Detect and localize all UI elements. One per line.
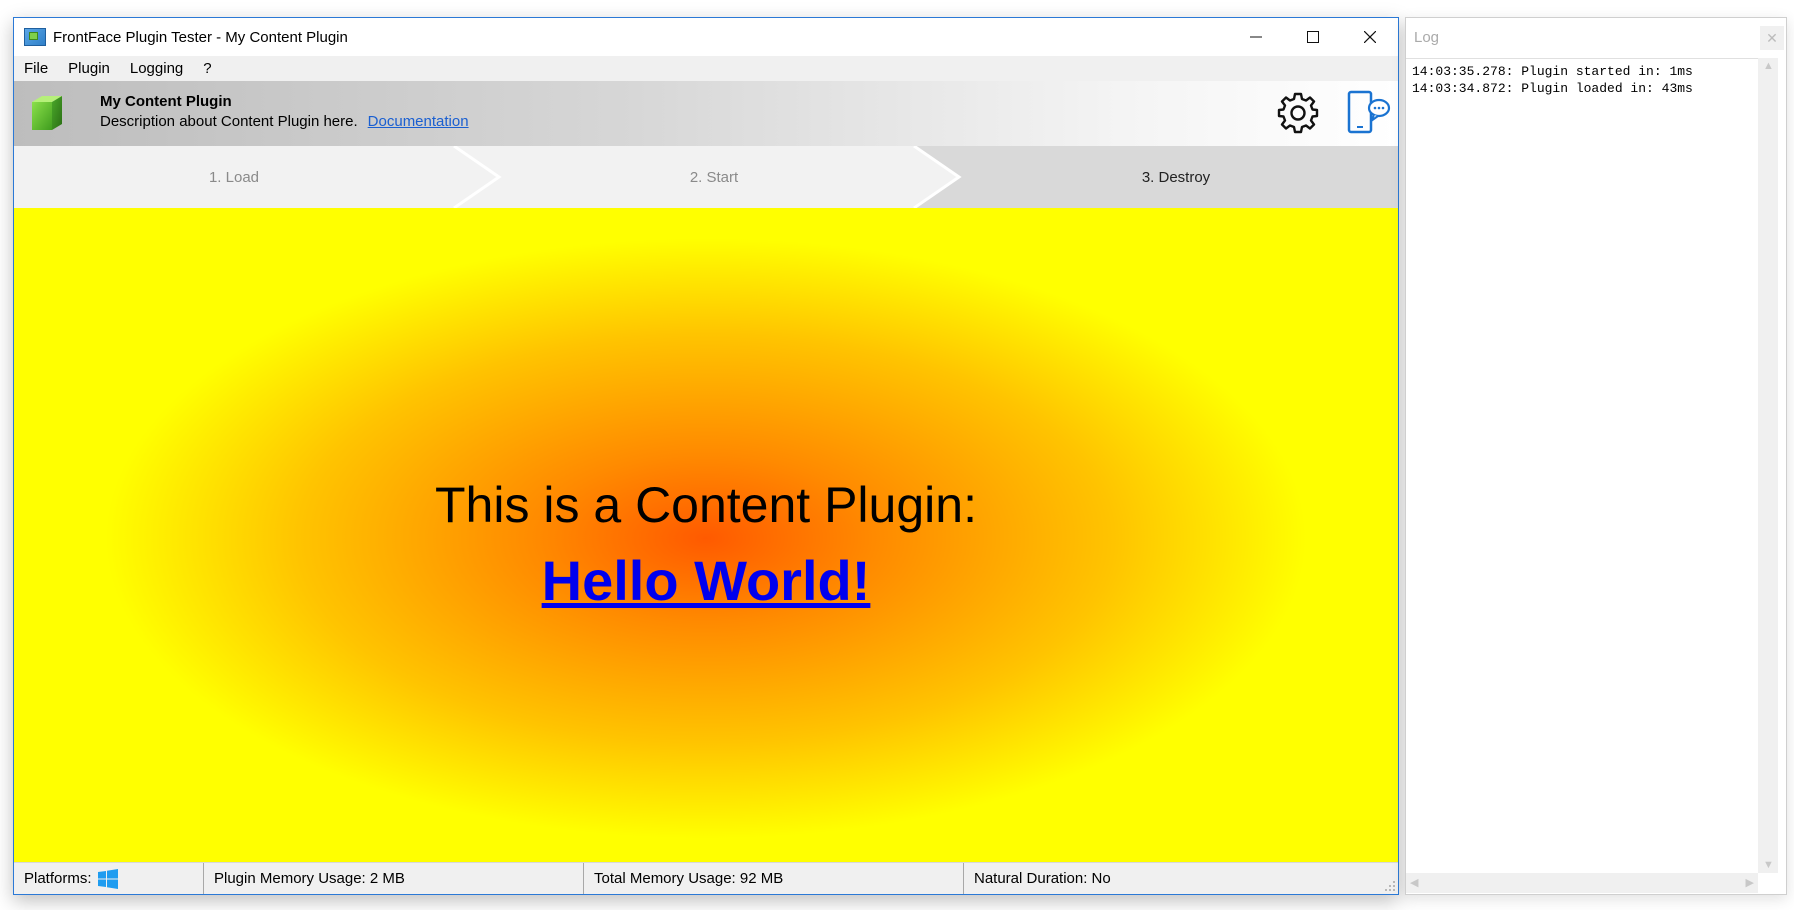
plugin-tester-window: FrontFace Plugin Tester - My Content Plu… <box>13 17 1399 895</box>
menu-bar: File Plugin Logging ? <box>14 56 1398 81</box>
windows-icon <box>97 868 118 889</box>
plugin-name: My Content Plugin <box>100 93 232 110</box>
log-vertical-scrollbar[interactable]: ▲ ▼ <box>1758 58 1778 873</box>
gear-icon[interactable] <box>1276 91 1320 135</box>
log-line: 14:03:34.872: Plugin loaded in: 43ms <box>1412 81 1693 96</box>
plugin-description: Description about Content Plugin here. Do… <box>100 113 469 130</box>
step-load[interactable]: 1. Load <box>14 146 454 208</box>
scroll-up-arrow-icon[interactable]: ▲ <box>1763 60 1774 72</box>
minimize-button[interactable] <box>1227 18 1284 56</box>
content-heading: This is a Content Plugin: <box>435 477 977 533</box>
log-title-bar[interactable]: Log ✕ <box>1406 18 1786 56</box>
status-platforms: Platforms: <box>14 863 204 894</box>
step-start[interactable]: 2. Start <box>484 146 944 208</box>
plugin-content: This is a Content Plugin: Hello World! <box>14 208 1398 869</box>
plugin-header: My Content Plugin Description about Cont… <box>14 81 1398 146</box>
maximize-icon <box>1306 31 1319 43</box>
menu-file[interactable]: File <box>14 60 58 77</box>
menu-plugin[interactable]: Plugin <box>58 60 120 77</box>
status-natural-duration: Natural Duration: No <box>974 870 1111 887</box>
window-title: FrontFace Plugin Tester - My Content Plu… <box>53 28 348 46</box>
log-title: Log <box>1414 28 1440 46</box>
scroll-left-arrow-icon[interactable]: ◀ <box>1410 876 1418 889</box>
title-bar[interactable]: FrontFace Plugin Tester - My Content Plu… <box>14 18 1398 56</box>
menu-logging[interactable]: Logging <box>120 60 193 77</box>
maximize-button[interactable] <box>1284 18 1341 56</box>
wizard-steps: 1. Load 2. Start 3. Destroy <box>14 146 1398 208</box>
cube-icon <box>32 96 62 130</box>
close-icon <box>1363 31 1376 43</box>
status-plugin-memory: Plugin Memory Usage: 2 MB <box>204 863 584 894</box>
resize-grip-icon[interactable] <box>1384 880 1396 892</box>
window-controls <box>1227 18 1398 56</box>
scroll-down-arrow-icon[interactable]: ▼ <box>1763 859 1774 871</box>
app-icon <box>24 28 46 46</box>
log-close-icon: ✕ <box>1766 29 1778 46</box>
close-button[interactable] <box>1341 18 1398 56</box>
log-horizontal-scrollbar[interactable]: ◀ ▶ <box>1406 873 1758 893</box>
menu-help[interactable]: ? <box>193 60 221 77</box>
log-close-button[interactable]: ✕ <box>1760 26 1784 50</box>
log-window: Log ✕ 14:03:35.278: Plugin started in: 1… <box>1405 17 1787 895</box>
log-line: 14:03:35.278: Plugin started in: 1ms <box>1412 64 1693 79</box>
hello-world-text: Hello World! <box>541 549 871 612</box>
status-total-memory: Total Memory Usage: 92 MB <box>584 863 964 894</box>
scroll-right-arrow-icon[interactable]: ▶ <box>1746 876 1754 889</box>
minimize-icon <box>1249 36 1262 38</box>
device-chat-icon[interactable] <box>1346 89 1392 137</box>
plugin-description-text: Description about Content Plugin here. <box>100 113 358 130</box>
step-destroy[interactable]: 3. Destroy <box>954 146 1398 208</box>
platforms-label: Platforms: <box>24 870 92 887</box>
documentation-link[interactable]: Documentation <box>368 113 469 130</box>
hello-world-link[interactable]: Hello World! <box>14 548 1398 613</box>
log-text-area[interactable]: 14:03:35.278: Plugin started in: 1ms 14:0… <box>1406 58 1758 873</box>
status-bar: Platforms: Plugin Memory Usage: 2 MB Tot… <box>14 862 1398 894</box>
